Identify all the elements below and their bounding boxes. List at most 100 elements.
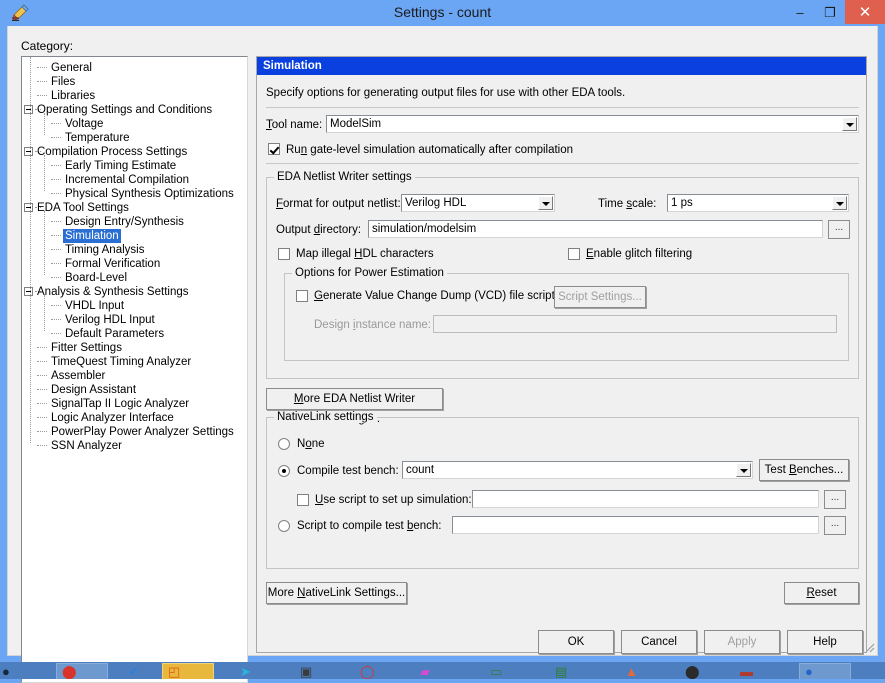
tree-item-simulation[interactable]: Simulation xyxy=(22,229,247,243)
test-benches-button[interactable]: Test Benches... xyxy=(759,459,849,481)
script-compile-browse-button[interactable]: ... xyxy=(824,516,846,535)
use-script-setup-simulation-input[interactable] xyxy=(472,490,819,508)
script-compile-test-bench-radio[interactable] xyxy=(278,520,290,532)
taskbar-item-app-penguin[interactable]: ⬤ xyxy=(685,665,737,679)
tree-item-board-level[interactable]: Board-Level xyxy=(22,271,247,285)
script-compile-test-bench-input[interactable] xyxy=(452,516,819,534)
taskbar-item-start-orb[interactable]: ● xyxy=(2,665,54,679)
tree-item-vhdl-input[interactable]: VHDL Input xyxy=(22,299,247,313)
time-scale-combo[interactable]: 1 ps xyxy=(667,194,849,212)
tree-item-signaltap-ii-logic-analyzer[interactable]: SignalTap II Logic Analyzer xyxy=(22,397,247,411)
output-directory-browse-button[interactable]: ... xyxy=(828,220,850,239)
enable-glitch-filtering-checkbox[interactable] xyxy=(568,248,580,260)
tree-item-powerplay-power-analyzer-settings[interactable]: PowerPlay Power Analyzer Settings xyxy=(22,425,247,439)
tree-item-early-timing-estimate[interactable]: Early Timing Estimate xyxy=(22,159,247,173)
taskbar-item-app-quartus[interactable]: ◰ xyxy=(168,665,220,679)
tree-guide-branch-2 xyxy=(44,211,46,275)
taskbar-item-app-cyan-arrow[interactable]: ➤ xyxy=(240,665,292,679)
tree-item-label: Timing Analysis xyxy=(65,244,145,256)
tree-item-libraries[interactable]: Libraries xyxy=(22,89,247,103)
cancel-button[interactable]: Cancel xyxy=(621,630,697,654)
generate-vcd-checkbox[interactable] xyxy=(296,290,308,302)
taskbar-item-app-camera[interactable]: ▣ xyxy=(300,665,352,679)
tree-item-temperature[interactable]: Temperature xyxy=(22,131,247,145)
tree-item-ssn-analyzer[interactable]: SSN Analyzer xyxy=(22,439,247,453)
compile-test-bench-label: Compile test bench: xyxy=(297,465,399,477)
taskbar-item-app-opera[interactable]: ◯ xyxy=(360,665,412,679)
tree-item-analysis-synthesis-settings[interactable]: Analysis & Synthesis Settings xyxy=(22,285,247,299)
minimize-button[interactable]: – xyxy=(785,0,815,24)
chevron-down-icon[interactable] xyxy=(842,117,857,131)
tree-item-label: Operating Settings and Conditions xyxy=(37,104,213,116)
reset-button[interactable]: Reset xyxy=(784,582,859,604)
tree-item-operating-settings-and-conditions[interactable]: Operating Settings and Conditions xyxy=(22,103,247,117)
format-output-netlist-label: Format for output netlist: xyxy=(276,198,401,210)
tree-item-compilation-process-settings[interactable]: Compilation Process Settings xyxy=(22,145,247,159)
script-settings-button[interactable]: Script Settings... xyxy=(554,286,646,308)
tree-item-label: EDA Tool Settings xyxy=(37,202,129,214)
taskbar-item-app-paint[interactable]: ▲ xyxy=(625,665,677,679)
chevron-down-icon[interactable] xyxy=(832,196,847,210)
tree-connector xyxy=(37,67,47,69)
tree-item-timequest-timing-analyzer[interactable]: TimeQuest Timing Analyzer xyxy=(22,355,247,369)
apply-button[interactable]: Apply xyxy=(704,630,780,654)
tree-item-label: Libraries xyxy=(51,90,96,102)
taskbar-item-app-colored-tiles[interactable]: ▤ xyxy=(555,665,607,679)
more-nativelink-settings-button[interactable]: More NativeLink Settings... xyxy=(266,582,407,604)
taskbar-item-app-magenta-shape[interactable]: ▰ xyxy=(420,665,472,679)
tree-connector xyxy=(51,235,61,237)
chevron-down-icon[interactable] xyxy=(538,196,553,210)
tree-item-eda-tool-settings[interactable]: EDA Tool Settings xyxy=(22,201,247,215)
run-gatelevel-checkbox[interactable] xyxy=(268,143,280,155)
taskbar-item-app-book[interactable]: ▬ xyxy=(740,665,792,679)
tree-item-label: Temperature xyxy=(65,132,130,144)
taskbar-item-app-red-circle[interactable]: ⬤ xyxy=(62,665,114,679)
taskbar-item-app-browser[interactable]: ● xyxy=(805,665,857,679)
tree-item-files[interactable]: Files xyxy=(22,75,247,89)
category-tree[interactable]: General Files Libraries Operating Settings … xyxy=(21,56,248,683)
dialog-client-area: Category: General Files Libraries Operating… xyxy=(7,26,878,683)
nativelink-none-radio[interactable] xyxy=(278,438,290,450)
close-button[interactable]: ✕ xyxy=(845,0,885,24)
ok-button[interactable]: OK xyxy=(538,630,614,654)
tree-item-verilog-hdl-input[interactable]: Verilog HDL Input xyxy=(22,313,247,327)
tree-item-physical-synthesis-optimizations[interactable]: Physical Synthesis Optimizations xyxy=(22,187,247,201)
divider-top xyxy=(266,107,859,108)
tree-connector xyxy=(51,249,61,251)
design-instance-name-input[interactable] xyxy=(433,315,837,333)
tree-item-label: Incremental Compilation xyxy=(65,174,190,186)
tree-connector xyxy=(51,333,61,335)
tree-item-fitter-settings[interactable]: Fitter Settings xyxy=(22,341,247,355)
compile-test-bench-radio[interactable] xyxy=(278,465,290,477)
resize-grip-icon[interactable] xyxy=(862,640,875,653)
tree-item-assembler[interactable]: Assembler xyxy=(22,369,247,383)
use-script-browse-button[interactable]: ... xyxy=(824,490,846,509)
tree-item-logic-analyzer-interface[interactable]: Logic Analyzer Interface xyxy=(22,411,247,425)
taskbar[interactable]: ● ⬤ ✔ ◰ ➤ ▣ ◯ ▰ ▭ ▤ ▲ ⬤ ▬ ● xyxy=(0,662,885,679)
tree-item-design-entry-synthesis[interactable]: Design Entry/Synthesis xyxy=(22,215,247,229)
nativelink-none-label: None xyxy=(297,438,325,450)
tool-name-combo[interactable]: ModelSim xyxy=(326,115,859,133)
tree-item-label: Formal Verification xyxy=(65,258,161,270)
output-directory-input[interactable]: simulation/modelsim xyxy=(368,220,823,238)
tree-item-default-parameters[interactable]: Default Parameters xyxy=(22,327,247,341)
format-output-netlist-combo[interactable]: Verilog HDL xyxy=(401,194,555,212)
tree-item-label: Assembler xyxy=(51,370,106,382)
maximize-button[interactable]: ❐ xyxy=(815,0,845,24)
chevron-down-icon[interactable] xyxy=(736,463,751,477)
map-illegal-hdl-checkbox[interactable] xyxy=(278,248,290,260)
tree-item-voltage[interactable]: Voltage xyxy=(22,117,247,131)
tree-item-formal-verification[interactable]: Formal Verification xyxy=(22,257,247,271)
app-quartus-icon: ◰ xyxy=(168,664,181,679)
tree-item-design-assistant[interactable]: Design Assistant xyxy=(22,383,247,397)
compile-test-bench-combo[interactable]: count xyxy=(402,461,753,479)
title-bar[interactable]: Settings - count – ❐ ✕ xyxy=(0,0,885,26)
taskbar-item-app-folder-green[interactable]: ▭ xyxy=(490,665,542,679)
tree-item-general[interactable]: General xyxy=(22,61,247,75)
tree-item-label: SignalTap II Logic Analyzer xyxy=(51,398,190,410)
tree-item-incremental-compilation[interactable]: Incremental Compilation xyxy=(22,173,247,187)
more-eda-netlist-writer-settings-button[interactable]: More EDA Netlist Writer Settings... xyxy=(266,388,443,425)
help-button[interactable]: Help xyxy=(787,630,863,654)
tree-item-timing-analysis[interactable]: Timing Analysis xyxy=(22,243,247,257)
use-script-setup-simulation-checkbox[interactable] xyxy=(297,494,309,506)
